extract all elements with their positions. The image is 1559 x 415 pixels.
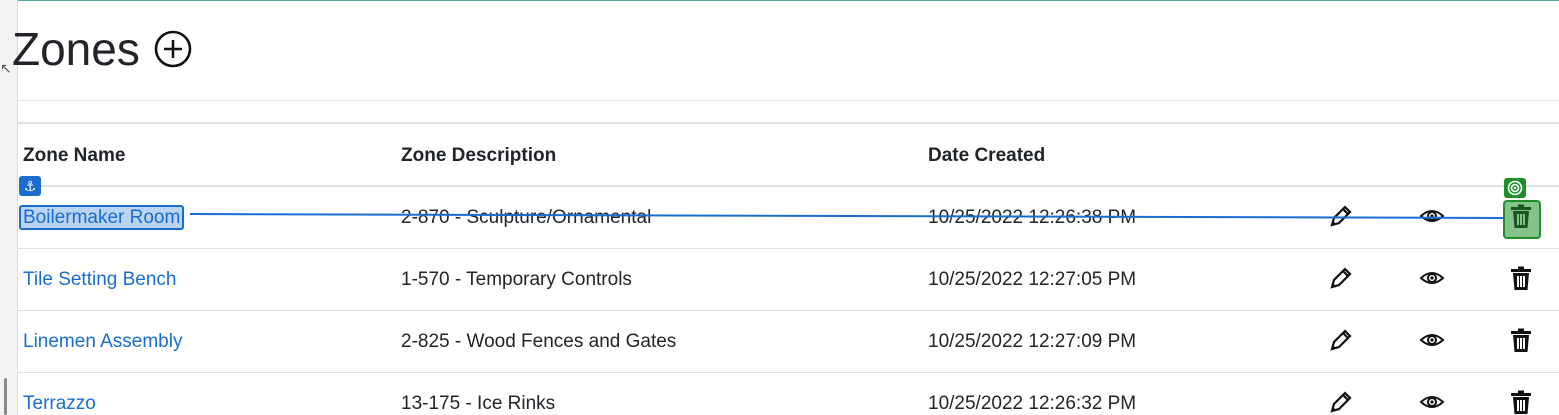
eye-icon[interactable] [1419,327,1445,353]
page-title: Zones [12,23,140,75]
trash-icon[interactable] [1508,327,1534,353]
selected-zone-name[interactable]: Boilermaker Room [19,205,185,230]
anchor-icon: ⚓ [19,176,41,196]
trash-icon[interactable] [1508,389,1534,415]
date-created: 10/25/2022 12:27:05 PM [928,269,1137,290]
zone-name-link[interactable]: Linemen Assembly [23,331,182,353]
zone-description: 2-870 - Sculpture/Ornamental [401,207,652,228]
date-created: 10/25/2022 12:26:38 PM [928,207,1137,228]
pencil-icon[interactable] [1328,203,1354,229]
zone-description: 1-570 - Temporary Controls [401,269,632,290]
app-frame: ↖ Zones Zone Name Zone Description Date … [0,0,1559,415]
top-accent-bar [0,0,1559,1]
collapse-chevron-icon[interactable]: ↖ [0,60,12,77]
pencil-icon[interactable] [1328,389,1354,415]
zone-name-link[interactable]: Terrazzo [23,393,96,415]
eye-icon[interactable] [1419,389,1445,415]
table-row: Linemen Assembly 2-825 - Wood Fences and… [18,311,1559,373]
page-header: Zones [12,22,192,76]
drop-target-highlight [1503,200,1541,239]
target-icon [1504,178,1526,198]
eye-icon[interactable] [1419,265,1445,291]
header-zone-description[interactable]: Zone Description [401,145,556,167]
zones-table: Zone Name Zone Description Date Created … [18,124,1559,415]
pencil-icon[interactable] [1328,265,1354,291]
eye-icon[interactable] [1419,203,1445,229]
zone-description: 2-825 - Wood Fences and Gates [401,331,677,352]
table-header-row: Zone Name Zone Description Date Created [18,124,1559,187]
scrollbar-thumb[interactable] [4,378,7,415]
date-created: 10/25/2022 12:27:09 PM [928,331,1137,352]
table-row: Boilermaker Room 2-870 - Sculpture/Ornam… [18,187,1559,249]
zone-name-link[interactable]: Boilermaker Room [19,205,185,230]
zone-description: 13-175 - Ice Rinks [401,393,556,414]
header-divider [18,100,1559,101]
circle-plus-icon[interactable] [154,30,192,68]
date-created: 10/25/2022 12:26:32 PM [928,393,1137,414]
pencil-icon[interactable] [1328,327,1354,353]
header-zone-name[interactable]: Zone Name [23,145,125,167]
zone-name-link[interactable]: Tile Setting Bench [23,269,177,291]
header-date-created[interactable]: Date Created [928,145,1045,167]
table-row: Terrazzo 13-175 - Ice Rinks 10/25/2022 1… [18,373,1559,415]
trash-icon[interactable] [1508,265,1534,291]
table-row: Tile Setting Bench 1-570 - Temporary Con… [18,249,1559,311]
